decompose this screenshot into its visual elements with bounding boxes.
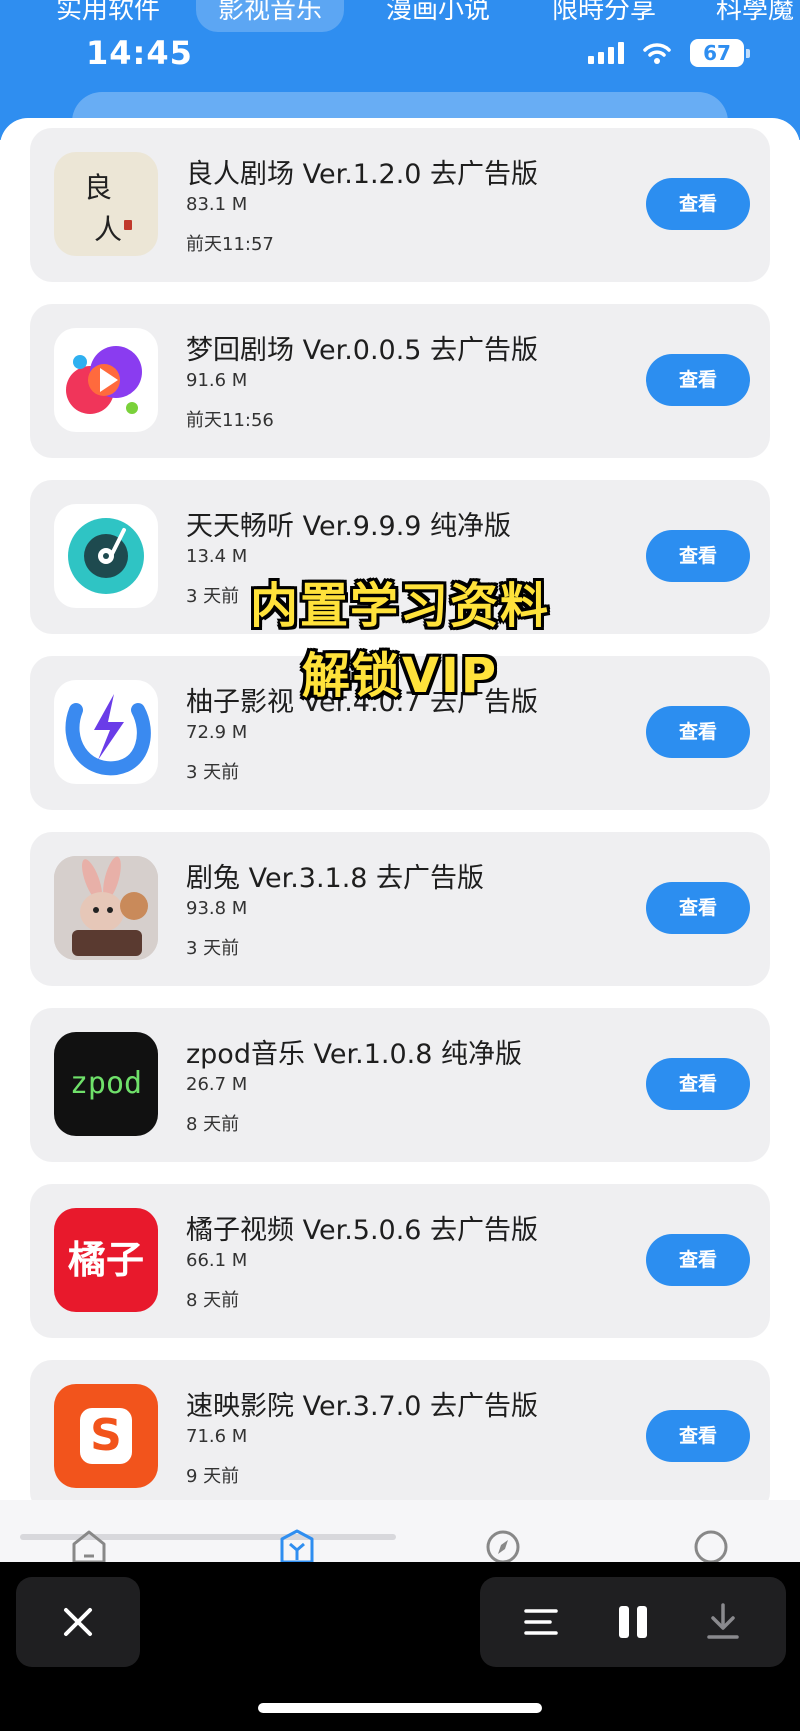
app-size: 71.6 M <box>186 1426 248 1447</box>
tab-video-music[interactable]: 影视音乐 <box>196 0 345 32</box>
app-title: 良人剧场 Ver.1.2.0 去广告版 <box>186 159 539 190</box>
tab-comics-novels[interactable]: 漫画小说 <box>386 0 490 32</box>
pause-icon[interactable] <box>616 1604 650 1640</box>
view-button[interactable]: 查看 <box>646 706 750 758</box>
tab-science[interactable]: 科學魔 <box>716 0 794 32</box>
app-date: 8 天前 <box>186 1290 240 1311</box>
view-button[interactable]: 查看 <box>646 1234 750 1286</box>
app-date: 8 天前 <box>186 1114 240 1135</box>
view-button[interactable]: 查看 <box>646 1058 750 1110</box>
app-title: 速映影院 Ver.3.7.0 去广告版 <box>186 1391 539 1422</box>
app-title: zpod音乐 Ver.1.0.8 纯净版 <box>186 1039 523 1070</box>
media-controls-group <box>480 1577 786 1667</box>
status-time: 14:45 <box>86 34 193 72</box>
apps-cube-icon[interactable] <box>278 1528 316 1562</box>
app-title: 梦回剧场 Ver.0.0.5 去广告版 <box>186 335 539 366</box>
caption-overlay-line-2: 解锁VIP <box>301 648 499 704</box>
app-date: 9 天前 <box>186 1466 240 1487</box>
juzi-icon: 橘子 <box>54 1208 158 1312</box>
jutu-icon <box>54 856 158 960</box>
app-date: 前天11:56 <box>186 410 274 431</box>
profile-icon[interactable] <box>692 1528 730 1562</box>
app-size: 26.7 M <box>186 1074 248 1095</box>
app-date: 3 天前 <box>186 762 240 783</box>
wifi-icon <box>643 43 671 64</box>
view-button[interactable]: 查看 <box>646 178 750 230</box>
app-size: 66.1 M <box>186 1250 248 1271</box>
tab-limited-share[interactable]: 限時分享 <box>552 0 656 32</box>
compass-icon[interactable] <box>484 1528 522 1562</box>
menu-icon[interactable] <box>524 1606 560 1638</box>
close-button[interactable] <box>16 1577 140 1667</box>
close-icon <box>64 1608 92 1636</box>
tab-utilities[interactable]: 实用软件 <box>56 0 160 32</box>
app-size: 83.1 M <box>186 194 248 215</box>
liangren-icon: 良 人 <box>54 152 158 256</box>
app-card[interactable]: 橘子 橘子视频 Ver.5.0.6 去广告版 66.1 M 8 天前 查看 <box>30 1184 770 1338</box>
home-icon[interactable] <box>70 1528 108 1562</box>
app-card[interactable]: S 速映影院 Ver.3.7.0 去广告版 71.6 M 9 天前 查看 <box>30 1360 770 1514</box>
app-title: 天天畅听 Ver.9.9.9 纯净版 <box>186 511 512 542</box>
download-icon[interactable] <box>706 1603 740 1641</box>
view-button[interactable]: 查看 <box>646 882 750 934</box>
app-date: 前天11:57 <box>186 234 274 255</box>
app-card[interactable]: zpod zpod音乐 Ver.1.0.8 纯净版 26.7 M 8 天前 查看 <box>30 1008 770 1162</box>
app-title: 橘子视频 Ver.5.0.6 去广告版 <box>186 1215 539 1246</box>
cellular-signal-icon <box>588 42 624 64</box>
view-button[interactable]: 查看 <box>646 354 750 406</box>
app-card[interactable]: 梦回剧场 Ver.0.0.5 去广告版 91.6 M 前天11:56 查看 <box>30 304 770 458</box>
app-card[interactable]: 剧兔 Ver.3.1.8 去广告版 93.8 M 3 天前 查看 <box>30 832 770 986</box>
app-size: 91.6 M <box>186 370 248 391</box>
app-size: 72.9 M <box>186 722 248 743</box>
app-title: 剧兔 Ver.3.1.8 去广告版 <box>186 863 485 894</box>
category-tabs: 实用软件 影视音乐 漫画小说 限時分享 科學魔 <box>0 0 800 32</box>
zpod-icon: zpod <box>54 1032 158 1136</box>
view-button[interactable]: 查看 <box>646 1410 750 1462</box>
home-indicator[interactable] <box>258 1703 542 1713</box>
app-size: 93.8 M <box>186 898 248 919</box>
bottom-tab-bar <box>0 1500 800 1562</box>
app-date: 3 天前 <box>186 938 240 959</box>
battery-indicator: 67 <box>690 39 750 67</box>
caption-overlay-line-1: 内置学习资料 <box>249 578 550 634</box>
menghui-icon <box>54 328 158 432</box>
app-size: 13.4 M <box>186 546 248 567</box>
suying-icon: S <box>54 1384 158 1488</box>
status-icons: 67 <box>588 36 750 70</box>
app-card[interactable]: 良 人 良人剧场 Ver.1.2.0 去广告版 83.1 M 前天11:57 查… <box>30 128 770 282</box>
